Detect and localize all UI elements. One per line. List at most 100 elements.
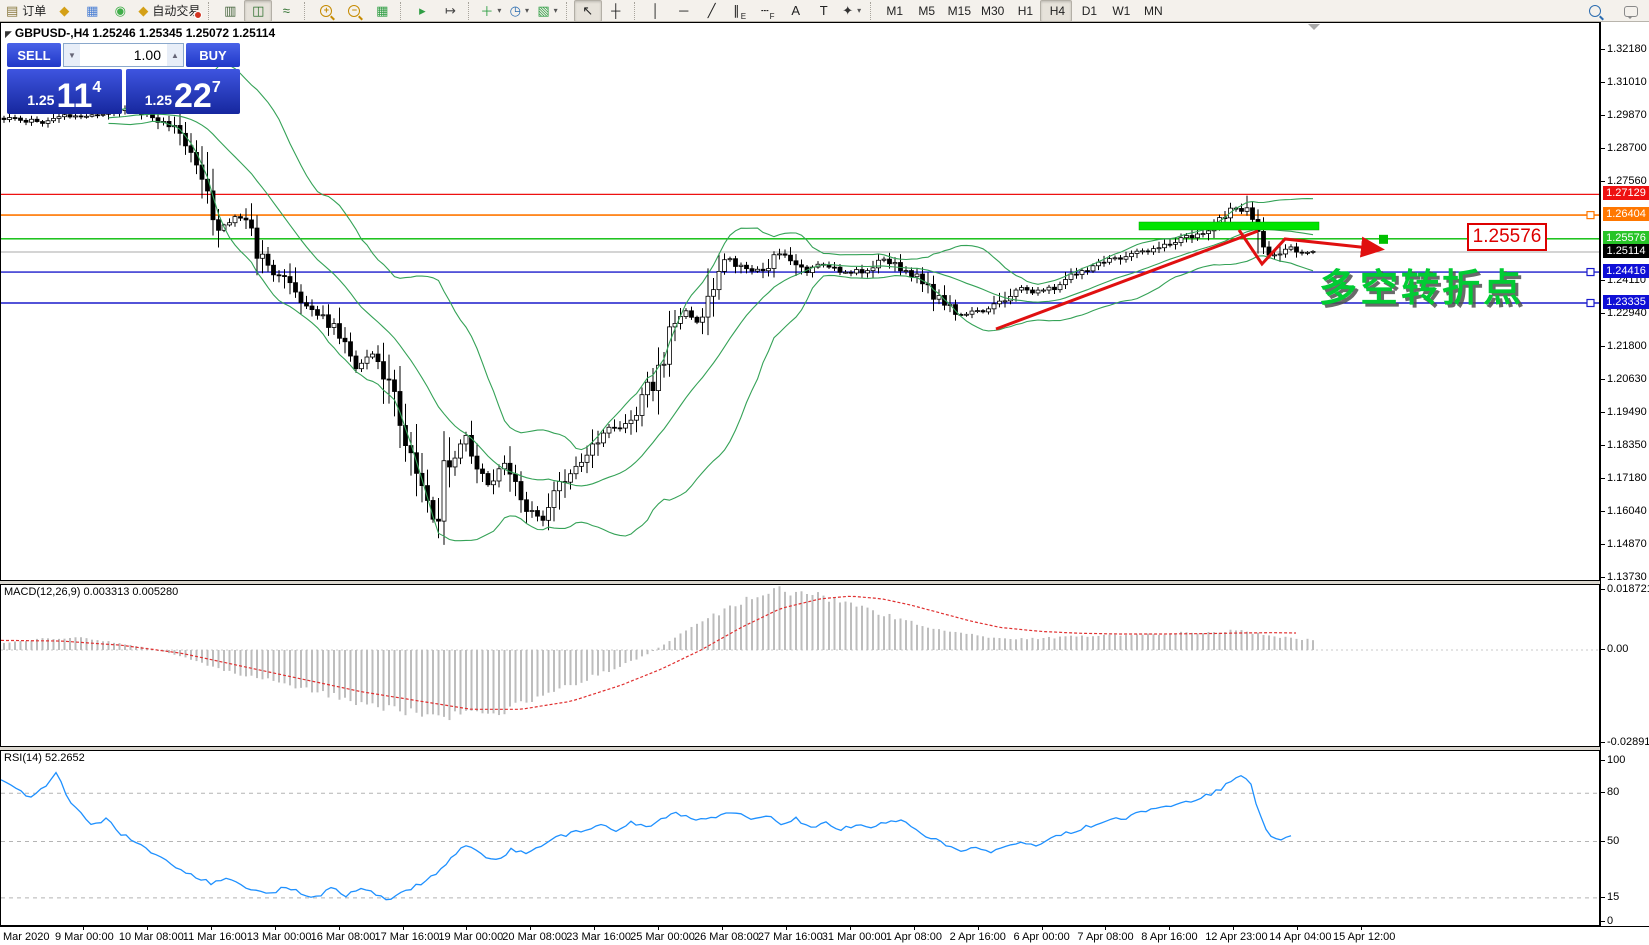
new-order-button[interactable]: ▤ 订单 — [2, 0, 50, 22]
new-chart-button[interactable]: ＋ ▾ — [476, 0, 505, 22]
zoom-out-icon[interactable]: − — [340, 0, 368, 22]
trendline-button[interactable]: ╱ — [698, 0, 726, 22]
search-icon[interactable] — [1581, 0, 1609, 22]
arrows-button[interactable]: ✦ ▾ — [838, 0, 866, 22]
cursor-button[interactable]: ↖ — [573, 0, 602, 22]
line-chart-icon[interactable]: ≈ — [272, 0, 300, 22]
macd-tick-label: 0.00 — [1607, 643, 1629, 655]
price-tick-label: 1.14870 — [1607, 538, 1647, 550]
line-handle[interactable] — [1379, 234, 1388, 244]
toolbar-group: ▥ ◫ ≈ — [216, 0, 300, 22]
tf-m1-button[interactable]: M1 — [878, 0, 910, 22]
sell-price-button[interactable]: 1.25 11 4 — [7, 69, 122, 114]
crosshair-button[interactable]: ┼ — [602, 0, 630, 22]
volume-value[interactable]: 1.00 — [80, 47, 167, 63]
time-axis-label: 11 Mar 16:00 — [182, 931, 247, 943]
candles-layer — [1, 100, 1316, 545]
equidistant-channel-button[interactable]: ∥ E — [726, 0, 754, 22]
main-chart-panel[interactable]: ◤ GBPUSD-,H4 1.25246 1.25345 1.25072 1.25… — [0, 22, 1600, 581]
tf-h4-button[interactable]: H4 — [1040, 0, 1073, 22]
navigator-icon[interactable]: ◉ — [106, 0, 134, 22]
time-axis-label: 8 Apr 16:00 — [1141, 931, 1198, 943]
red-trendline[interactable] — [995, 229, 1259, 331]
indicators-button[interactable]: ▧ ▾ — [533, 0, 561, 22]
market-watch-icon[interactable]: ◆ — [50, 0, 78, 22]
autotrading-button[interactable]: ◆ 自动交易 — [134, 0, 204, 22]
toolbar-right-group — [1581, 0, 1645, 22]
time-axis-label: 16 Mar 08:00 — [310, 931, 376, 943]
horizontal-line-button: ─ — [679, 3, 689, 18]
toolbar-group: ▤ 订单 ◆ ▦ ◉ ◆ 自动交易 — [2, 0, 204, 22]
volume-increase-button[interactable]: ▲ — [167, 44, 183, 66]
time-axis-label: 19 Mar 00:00 — [438, 931, 504, 943]
tf-m30-button[interactable]: M30 — [975, 0, 1008, 22]
horizontal-line-button[interactable]: ─ — [670, 0, 698, 22]
autotrading-status-icon — [194, 10, 203, 19]
indicators-button-caret: ▾ — [553, 6, 558, 15]
volume-decrease-button[interactable]: ▼ — [64, 44, 80, 66]
toolbar-group: ＋ ▾ ◷ ▾ ▧ ▾ — [476, 0, 561, 22]
arrows-button-caret: ▾ — [857, 6, 862, 15]
chart-shift-icon[interactable]: ↦ — [436, 0, 464, 22]
time-axis-label: 10 Mar 08:00 — [118, 931, 184, 943]
new-order-button: ▤ — [6, 2, 19, 18]
tf-h1-button[interactable]: H1 — [1008, 0, 1040, 22]
tf-m5-button[interactable]: M5 — [910, 0, 942, 22]
rsi-panel[interactable]: RSI(14) 52.2652 — [0, 750, 1600, 926]
tf-w1-button[interactable]: W1 — [1104, 0, 1136, 22]
time-axis-label: 9 Mar 00:00 — [55, 931, 114, 943]
sell-button[interactable]: SELL — [7, 43, 61, 67]
bar-chart-icon: ▥ — [224, 2, 237, 18]
line-handle[interactable] — [1586, 267, 1595, 277]
time-axis-label: 31 Mar 00:00 — [821, 931, 887, 943]
bar-chart-icon[interactable]: ▥ — [216, 0, 244, 22]
toolbar-separator — [468, 1, 472, 20]
macd-chart[interactable] — [1, 585, 1599, 746]
price-tick-label: 1.18350 — [1607, 439, 1647, 451]
vertical-line-button[interactable]: │ — [642, 0, 670, 22]
time-axis[interactable]: Mar 2020 9 Mar 00:00 10 Mar 08:00 11 Mar 16… — [0, 926, 1649, 945]
text-label-button: T — [819, 3, 828, 18]
volume-stepper[interactable]: ▼ 1.00 ▲ — [63, 43, 184, 67]
periods-button[interactable]: ◷ ▾ — [505, 0, 533, 22]
toolbar-separator — [208, 1, 212, 20]
toolbar-separator — [400, 1, 404, 20]
line-handle[interactable] — [1586, 211, 1595, 220]
auto-scroll-icon[interactable]: ▸ — [408, 0, 436, 22]
turning-point-note[interactable]: 多空转折点 — [1319, 257, 1524, 312]
tf-d1-button[interactable]: D1 — [1072, 0, 1104, 22]
data-window-icon[interactable]: ▦ — [78, 0, 106, 22]
macd-panel[interactable]: MACD(12,26,9) 0.003313 0.005280 — [0, 584, 1600, 747]
time-axis-label: 15 Apr 12:00 — [1333, 931, 1396, 943]
text-label-button[interactable]: T — [810, 0, 838, 22]
fibonacci-button: ┄ — [760, 2, 769, 18]
new-chart-button-caret: ▾ — [497, 6, 502, 15]
text-button[interactable]: A — [782, 0, 810, 22]
price-callout-label[interactable]: 1.25576 — [1467, 223, 1547, 251]
tf-mn-button[interactable]: MN — [1136, 0, 1168, 22]
price-axis[interactable]: 1.32180 1.31010 1.29870 1.28700 1.27560 1.241… — [1600, 22, 1649, 927]
toolbar-group: M1 M5 M15 M30 H1 H4 D1 W1 MN — [878, 0, 1169, 22]
tile-windows-icon[interactable]: ▦ — [368, 0, 396, 22]
rsi-chart[interactable] — [1, 751, 1599, 925]
auto-scroll-icon: ▸ — [419, 2, 426, 18]
arrows-button: ✦ — [842, 2, 854, 18]
navigator-icon: ◉ — [114, 2, 126, 18]
price-tick-label: 1.17180 — [1607, 472, 1647, 484]
zoom-in-icon: + — [320, 4, 333, 17]
tf-m15-button[interactable]: M15 — [942, 0, 975, 22]
sell-price-pip: 4 — [92, 79, 102, 96]
green-resistance-bar[interactable] — [1138, 221, 1320, 231]
line-handle[interactable] — [1586, 298, 1595, 308]
periods-button: ◷ — [509, 2, 522, 18]
price-tick-label: 1.28700 — [1607, 142, 1647, 154]
time-axis-year-label: Mar 2020 — [3, 931, 50, 943]
chat-icon[interactable] — [1617, 0, 1645, 22]
buy-price-button[interactable]: 1.25 22 7 — [125, 69, 240, 114]
zoom-in-icon[interactable]: + — [312, 0, 340, 22]
search-icon — [1589, 5, 1601, 17]
indicators-button: ▧ — [537, 2, 550, 18]
fibonacci-button[interactable]: ┄ F — [754, 0, 782, 22]
buy-button[interactable]: BUY — [186, 43, 240, 67]
candlestick-icon[interactable]: ◫ — [244, 0, 273, 22]
